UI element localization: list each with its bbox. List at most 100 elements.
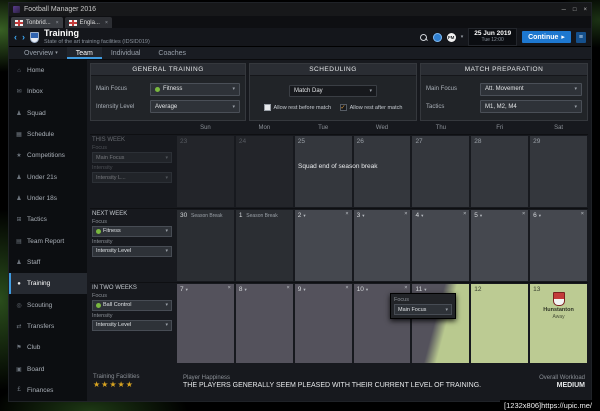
session-tab-tonbridge[interactable]: Tonbrid... × bbox=[11, 17, 63, 28]
clear-day-icon[interactable]: × bbox=[345, 285, 348, 292]
continue-menu-icon[interactable]: ≡ bbox=[575, 31, 586, 43]
rest-after-checkbox[interactable]: ✓ bbox=[339, 104, 347, 111]
window-title: Football Manager 2016 bbox=[24, 6, 96, 13]
day-cell-28[interactable]: 28 bbox=[471, 136, 529, 207]
section-tabs: Overview ▾ Team Individual Coaches bbox=[9, 47, 591, 60]
day-cell-6[interactable]: 6 ▾ × bbox=[530, 209, 588, 281]
this-week-panel: THIS WEEK Focus Main Focus ▾ Intensity I… bbox=[90, 135, 176, 208]
main-focus-dropdown[interactable]: Fitness ▾ bbox=[150, 82, 240, 96]
chevron-down-icon: ▾ bbox=[479, 212, 483, 218]
sidebar-item-under18s[interactable]: ♟ Under 18s bbox=[9, 188, 87, 209]
sidebar-item-tactics[interactable]: ⊞ Tactics bbox=[9, 209, 87, 230]
sidebar-item-finances[interactable]: £ Finances bbox=[9, 380, 87, 401]
tactics-icon: ⊞ bbox=[16, 217, 22, 224]
day-header: Sat bbox=[554, 125, 564, 131]
sidebar-item-under21s[interactable]: ♟ Under 21s bbox=[9, 167, 87, 188]
day-header: Tue bbox=[318, 125, 329, 131]
popup-focus-dropdown[interactable]: Main Focus ▾ bbox=[394, 304, 452, 315]
tab-coaches[interactable]: Coaches bbox=[149, 47, 195, 59]
day-cell-26[interactable]: 26 bbox=[353, 136, 411, 207]
day-cell-2[interactable]: 2 ▾ × bbox=[294, 209, 352, 281]
clear-day-icon[interactable]: × bbox=[522, 211, 525, 218]
next-week-intensity-dropdown[interactable]: Intensity Level ▾ bbox=[92, 245, 172, 257]
sidebar-item-schedule[interactable]: ▦ Schedule bbox=[9, 124, 87, 145]
screenshot-stage: Football Manager 2016 ─ □ × Tonbrid... ×… bbox=[0, 0, 600, 411]
day-cell-23[interactable]: 23 bbox=[177, 136, 234, 207]
tab-individual[interactable]: Individual bbox=[102, 47, 150, 59]
sidebar-item-board[interactable]: ▣ Board bbox=[9, 358, 87, 379]
day-cell-5[interactable]: 5 ▾ × bbox=[471, 209, 529, 281]
search-icon[interactable] bbox=[419, 33, 428, 42]
day-cell-25[interactable]: 25 bbox=[294, 136, 352, 207]
sidebar-item-squad[interactable]: ♟ Squad bbox=[9, 103, 87, 124]
minimize-icon[interactable]: ─ bbox=[562, 7, 566, 13]
day-cell-8[interactable]: 8 ▾ × bbox=[235, 283, 293, 363]
day-number: 12 bbox=[474, 285, 482, 293]
day-cell-3[interactable]: 3 ▾ × bbox=[353, 209, 411, 281]
sidebar-label: Training bbox=[27, 280, 51, 288]
rest-after-row: ✓ Allow rest after match bbox=[339, 104, 402, 111]
clear-day-icon[interactable]: × bbox=[287, 285, 290, 292]
tab-team[interactable]: Team bbox=[66, 47, 102, 59]
chevron-down-icon: ▾ bbox=[185, 286, 188, 292]
sidebar-item-team-report[interactable]: ▤ Team Report bbox=[9, 231, 87, 252]
day-cell-9[interactable]: 9 ▾ × bbox=[294, 283, 352, 363]
clear-day-icon[interactable]: × bbox=[228, 285, 231, 292]
day-cell-12[interactable]: 12 bbox=[471, 283, 529, 363]
clear-day-icon[interactable]: × bbox=[463, 211, 466, 218]
sidebar-label: Under 21s bbox=[27, 173, 57, 181]
this-week-focus-dropdown[interactable]: Main Focus ▾ bbox=[92, 152, 172, 163]
tab-close-icon[interactable]: × bbox=[105, 20, 108, 26]
clear-day-icon[interactable]: × bbox=[404, 285, 407, 292]
tab-overview[interactable]: Overview ▾ bbox=[15, 47, 67, 59]
game-date[interactable]: 25 Jun 2019 Tue 12:00 bbox=[468, 28, 518, 46]
day-cell-4[interactable]: 4 ▾ × bbox=[412, 209, 470, 281]
chevron-down-icon: ▾ bbox=[165, 248, 168, 255]
tab-close-icon[interactable]: × bbox=[56, 20, 59, 26]
sidebar-item-transfers[interactable]: ⇄ Transfers bbox=[9, 316, 87, 337]
app-header: ‹ › Training State of the art training f… bbox=[9, 28, 591, 47]
day-cell-27[interactable]: 27 bbox=[412, 136, 470, 207]
overall-workload-block: Overall Workload MEDIUM bbox=[539, 375, 585, 389]
sidebar-item-home[interactable]: ⌂ Home bbox=[9, 60, 87, 81]
nav-back-icon[interactable]: ‹ bbox=[14, 32, 17, 42]
day-number: 24 bbox=[238, 138, 247, 145]
day-cell-1[interactable]: 1 Season Break bbox=[235, 209, 293, 281]
clear-day-icon[interactable]: × bbox=[345, 211, 348, 218]
day-cell-7[interactable]: 7 ▾ × bbox=[177, 283, 234, 363]
two-weeks-focus-dropdown[interactable]: Ball Control ▾ bbox=[92, 299, 172, 311]
tactics-dropdown[interactable]: M1, M2, M4 ▾ bbox=[480, 100, 582, 114]
match-day-dropdown[interactable]: Match Day ▾ bbox=[289, 85, 377, 97]
this-week-intensity-dropdown[interactable]: Intensity L... ▾ bbox=[92, 172, 172, 183]
rest-before-checkbox[interactable] bbox=[263, 104, 271, 111]
continue-button[interactable]: Continue ▸ bbox=[522, 31, 571, 43]
maximize-icon[interactable]: □ bbox=[573, 7, 577, 13]
intensity-dropdown[interactable]: Average ▾ bbox=[150, 100, 240, 114]
clear-day-icon[interactable]: × bbox=[404, 211, 407, 218]
two-weeks-intensity-dropdown[interactable]: Intensity Level ▾ bbox=[92, 319, 172, 331]
world-icon[interactable] bbox=[432, 32, 442, 42]
match-prep-focus-dropdown[interactable]: Att. Movement ▾ bbox=[480, 82, 582, 96]
day-cell-13[interactable]: 13 Hunstanton Away bbox=[530, 283, 588, 363]
day-number: 1 bbox=[238, 211, 243, 219]
sidebar-item-inbox[interactable]: ✉ Inbox bbox=[9, 81, 87, 102]
calendar-week-two: IN TWO WEEKS Focus Ball Control ▾ Intens… bbox=[90, 281, 588, 364]
session-tab-england[interactable]: Engla... × bbox=[64, 17, 112, 28]
sidebar-item-competitions[interactable]: ★ Competitions bbox=[9, 145, 87, 166]
fm-menu-chevron-icon[interactable]: ▾ bbox=[461, 34, 464, 40]
sidebar-item-club[interactable]: ⚑ Club bbox=[9, 337, 87, 358]
day-cell-29[interactable]: 29 bbox=[530, 136, 588, 207]
season-break-label: Season Break bbox=[191, 212, 223, 219]
fm-logo-icon[interactable]: FM bbox=[446, 32, 456, 42]
sidebar-item-training[interactable]: ● Training bbox=[9, 273, 87, 295]
close-icon[interactable]: × bbox=[583, 7, 587, 13]
chevron-down-icon: ▾ bbox=[365, 286, 369, 292]
sidebar-item-staff[interactable]: ♟ Staff bbox=[9, 252, 87, 273]
sidebar-item-scouting[interactable]: ◎ Scouting bbox=[9, 294, 87, 315]
next-week-focus-dropdown[interactable]: Fitness ▾ bbox=[92, 225, 172, 237]
nav-forward-icon[interactable]: › bbox=[22, 32, 25, 42]
day-cell-24[interactable]: 24 bbox=[235, 136, 293, 207]
sidebar-label: Board bbox=[27, 365, 45, 373]
day-cell-30[interactable]: 30 Season Break bbox=[177, 209, 234, 281]
clear-day-icon[interactable]: × bbox=[581, 211, 584, 218]
